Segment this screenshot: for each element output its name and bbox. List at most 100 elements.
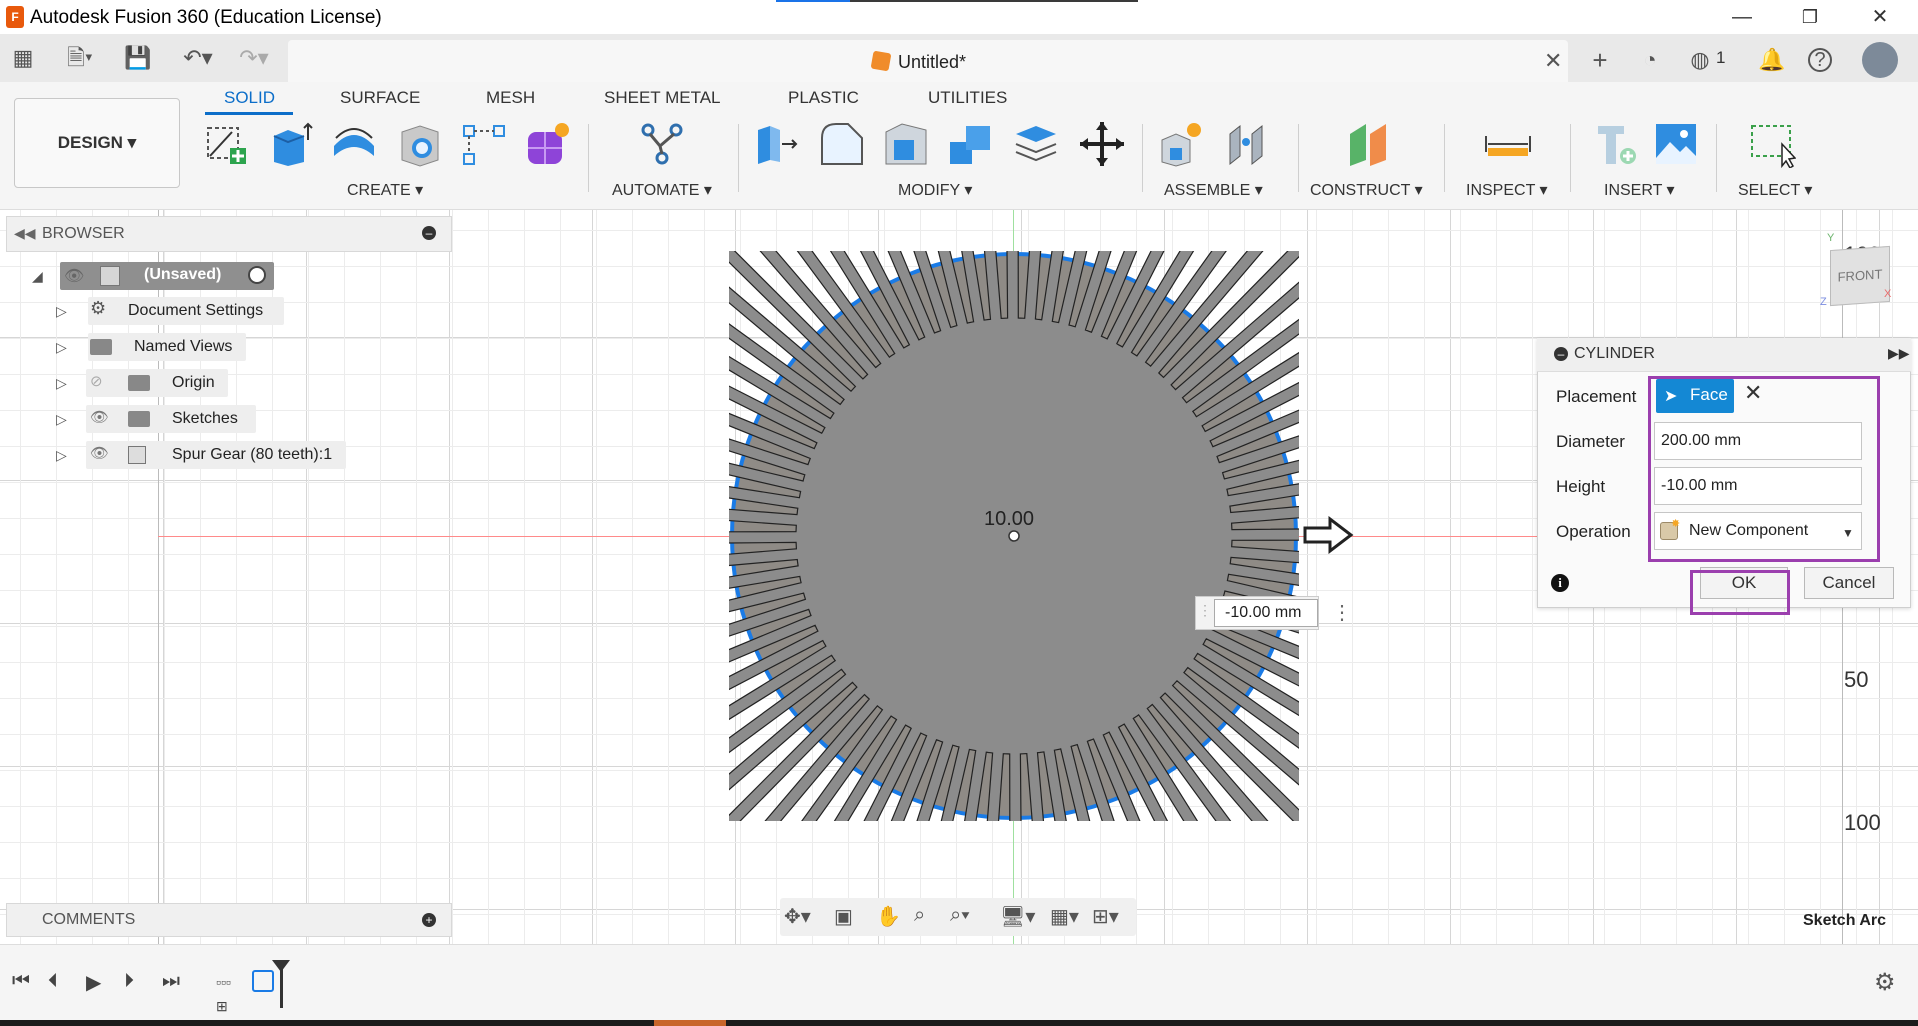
shell-icon[interactable] — [882, 120, 930, 168]
tab-plastic[interactable]: PLASTIC — [788, 88, 859, 108]
height-dimension-input[interactable]: -10.00 mm — [1214, 599, 1318, 627]
construct-menu[interactable]: CONSTRUCT ▾ — [1310, 180, 1423, 200]
close-tab-icon[interactable]: ✕ — [1544, 48, 1562, 74]
offset-plane-icon[interactable] — [1344, 120, 1392, 168]
add-comment-icon[interactable]: + — [422, 913, 436, 927]
hidden-eye-icon[interactable]: ⊘ — [90, 372, 103, 390]
zoom-window-icon[interactable]: ⌕▾ — [950, 904, 970, 927]
select-menu[interactable]: SELECT ▾ — [1738, 180, 1812, 200]
expand-icon[interactable]: ▷ — [56, 447, 67, 464]
modify-menu[interactable]: MODIFY ▾ — [898, 180, 972, 200]
go-to-end-icon[interactable]: ⏭ — [162, 970, 180, 993]
app-logo: F — [6, 6, 24, 28]
measure-icon[interactable] — [1484, 120, 1532, 168]
view-cube[interactable]: FRONT — [1830, 245, 1890, 307]
timeline-group-icon[interactable]: ⊞ — [216, 998, 228, 1015]
inspect-menu[interactable]: INSPECT ▾ — [1466, 180, 1548, 200]
zoom-icon[interactable]: ⌕ — [914, 904, 925, 927]
assemble-menu[interactable]: ASSEMBLE ▾ — [1164, 180, 1263, 200]
automate-menu[interactable]: AUTOMATE ▾ — [612, 180, 712, 200]
visibility-eye-icon[interactable]: 👁 — [64, 266, 84, 286]
pattern-icon[interactable] — [460, 120, 508, 168]
restore-button[interactable]: ❐ — [1782, 0, 1838, 34]
pan-hand-icon[interactable]: ✋ — [876, 904, 901, 929]
joint-icon[interactable] — [1222, 120, 1270, 168]
user-avatar[interactable] — [1862, 42, 1898, 78]
job-status-icon[interactable]: ◔ — [1636, 46, 1664, 74]
offset-face-icon[interactable] — [1012, 120, 1060, 168]
sketch-feature-icon[interactable] — [252, 970, 274, 992]
visibility-eye-icon[interactable]: 👁 — [90, 408, 109, 426]
play-icon[interactable]: ▶ — [86, 970, 101, 995]
dialog-expand-icon[interactable]: ▶▶ — [1888, 345, 1910, 362]
tab-mesh[interactable]: MESH — [486, 88, 535, 108]
tab-utilities[interactable]: UTILITIES — [928, 88, 1007, 108]
expand-icon[interactable]: ▷ — [56, 411, 67, 428]
create-menu[interactable]: CREATE ▾ — [347, 180, 423, 200]
minimize-button[interactable]: — — [1714, 0, 1770, 34]
browser-title: BROWSER — [42, 225, 125, 242]
workspace-switcher[interactable]: DESIGN ▾ — [14, 98, 180, 188]
tab-sheet-metal[interactable]: SHEET METAL — [604, 88, 721, 108]
dialog-minimize-icon[interactable]: – — [1554, 347, 1568, 361]
revolve-icon[interactable] — [330, 120, 378, 168]
notifications-bell-icon[interactable]: 🔔 — [1758, 46, 1786, 74]
extrude-icon[interactable] — [266, 120, 314, 168]
step-forward-icon[interactable]: ⏵ — [124, 970, 134, 993]
component-icon — [100, 266, 120, 286]
go-to-start-icon[interactable]: ⏮ — [12, 970, 30, 993]
more-options-icon[interactable]: ⋮ — [1332, 600, 1352, 625]
viewports-icon[interactable]: ⊞▾ — [1092, 904, 1119, 929]
redo-icon[interactable]: ↷▾ — [232, 44, 276, 72]
root-component-label: (Unsaved) — [144, 266, 222, 283]
fillet-icon[interactable] — [818, 120, 866, 168]
timeline-marker[interactable] — [280, 962, 283, 1008]
new-tab-icon[interactable]: + — [1586, 46, 1614, 74]
gear-disc[interactable] — [729, 251, 1299, 821]
info-icon[interactable]: i — [1551, 574, 1569, 592]
root-expand-icon[interactable]: ◢ — [32, 268, 43, 285]
expand-icon[interactable]: ▷ — [56, 303, 67, 320]
new-component-icon[interactable] — [1158, 120, 1206, 168]
press-pull-icon[interactable] — [752, 120, 800, 168]
undo-icon[interactable]: ↶▾ — [176, 44, 220, 72]
separator — [1570, 124, 1571, 192]
window-title: Autodesk Fusion 360 (Education License) — [30, 7, 382, 28]
save-icon[interactable]: 💾 — [124, 44, 152, 72]
file-menu-icon[interactable]: 🗎▾ — [58, 44, 102, 72]
cancel-button[interactable]: Cancel — [1804, 567, 1894, 599]
create-sketch-icon[interactable] — [202, 120, 250, 168]
browser-minimize-icon[interactable]: – — [422, 226, 436, 240]
tab-solid[interactable]: SOLID — [224, 88, 275, 108]
tab-surface[interactable]: SURFACE — [340, 88, 420, 108]
expand-icon[interactable]: ▷ — [56, 375, 67, 392]
insert-menu[interactable]: INSERT ▾ — [1604, 180, 1675, 200]
look-at-icon[interactable]: ▣ — [834, 904, 853, 929]
step-back-icon[interactable]: ⏴ — [48, 970, 58, 993]
timeline-settings-gear-icon[interactable]: ⚙ — [1874, 968, 1896, 997]
help-icon[interactable]: ? — [1808, 48, 1832, 72]
insert-mcmaster-icon[interactable] — [1592, 120, 1640, 168]
close-window-button[interactable]: ✕ — [1852, 0, 1908, 34]
display-settings-icon[interactable]: 🖥▾ — [1000, 904, 1035, 929]
move-copy-icon[interactable] — [1078, 120, 1126, 168]
insert-canvas-icon[interactable] — [1652, 120, 1700, 168]
orbit-icon[interactable]: ✥▾ — [784, 904, 811, 929]
grid-settings-icon[interactable]: ▦▾ — [1050, 904, 1079, 929]
combine-icon[interactable] — [946, 120, 994, 168]
timeline-feature-icon[interactable]: ▫▫▫ — [216, 974, 231, 990]
app-grid-icon[interactable]: ▦ — [8, 44, 38, 72]
collapse-panel-icon[interactable]: ◀◀ — [14, 225, 36, 242]
visibility-eye-icon[interactable]: 👁 — [90, 444, 109, 462]
extensions-icon[interactable]: ◍ — [1686, 46, 1714, 74]
expand-icon[interactable]: ▷ — [56, 339, 67, 356]
automate-icon[interactable] — [638, 120, 686, 168]
activate-radio-icon[interactable] — [248, 266, 266, 284]
create-form-icon[interactable] — [524, 120, 572, 168]
hole-icon[interactable] — [396, 120, 444, 168]
drag-handle-icon[interactable]: ⋮ — [1198, 602, 1212, 619]
height-drag-arrow-icon[interactable] — [1302, 516, 1354, 554]
component-icon — [128, 446, 146, 464]
select-icon[interactable] — [1748, 120, 1796, 168]
comments-title: COMMENTS — [42, 911, 136, 928]
